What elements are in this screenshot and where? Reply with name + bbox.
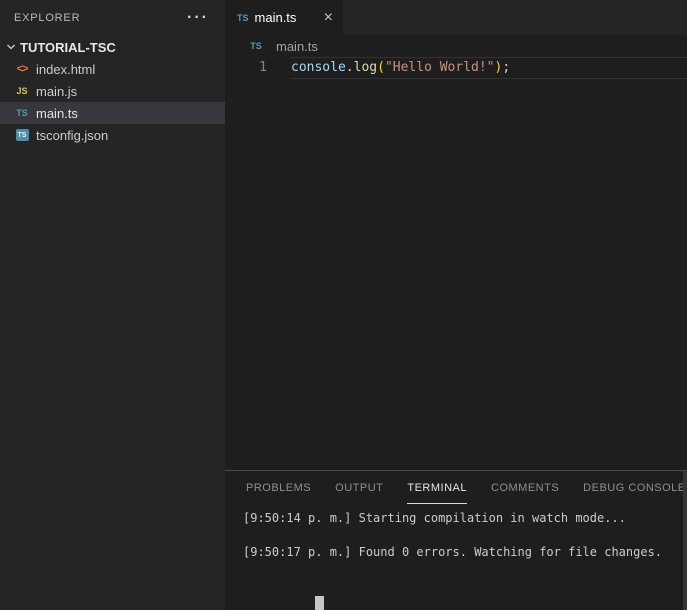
folder-name: TUTORIAL-TSC [20,39,116,55]
file-icon-wrap: TS [13,129,31,141]
token-method: log [353,60,378,75]
code-editor[interactable]: TS main.ts 1 console.log("Hello World!")… [225,35,687,470]
terminal-line: [9:50:17 p. m.] Found 0 errors. Watching… [243,545,663,559]
terminal-cursor-line [243,578,687,610]
file-item-index-html[interactable]: <> index.html [0,58,225,80]
terminal-line: [9:50:14 p. m.] Starting compilation in … [243,511,626,525]
html-icon: <> [16,63,29,75]
close-icon[interactable]: × [322,9,335,26]
token-open-paren: ( [377,60,385,75]
tab-title: main.ts [254,10,297,25]
panel-tab-comments[interactable]: COMMENTS [491,471,559,504]
token-dot: . [345,60,354,75]
bottom-panel: PROBLEMS OUTPUT TERMINAL COMMENTS DEBUG … [225,470,687,610]
file-name: index.html [36,61,96,77]
editor-tabbar: TS main.ts × [225,0,687,35]
editor-group: TS main.ts × TS main.ts 1 console.log("H… [225,0,687,610]
panel-tabbar: PROBLEMS OUTPUT TERMINAL COMMENTS DEBUG … [225,471,687,504]
js-icon: JS [16,86,28,96]
line-number: 1 [259,60,267,75]
explorer-sidebar: EXPLORER ··· TUTORIAL-TSC <> index.html … [0,0,225,610]
file-name: main.ts [36,105,78,121]
ts-icon: TS [237,12,249,23]
explorer-title: EXPLORER [14,12,81,24]
breadcrumb-file[interactable]: main.ts [276,39,318,54]
folder-row-tutorial-tsc[interactable]: TUTORIAL-TSC [0,36,225,58]
tab-main-ts[interactable]: TS main.ts × [225,0,343,35]
terminal-output[interactable]: [9:50:14 p. m.] Starting compilation in … [225,504,687,610]
panel-tab-terminal[interactable]: TERMINAL [407,471,467,504]
file-item-tsconfig-json[interactable]: TS tsconfig.json [0,124,225,146]
panel-tab-problems[interactable]: PROBLEMS [246,471,311,504]
breadcrumb: TS main.ts [225,35,687,57]
panel-tab-debug-console[interactable]: DEBUG CONSOLE [583,471,685,504]
ts-icon: TS [16,108,28,118]
code-content[interactable]: console.log("Hello World!"); [291,57,687,79]
vscode-window: EXPLORER ··· TUTORIAL-TSC <> index.html … [0,0,687,610]
tsconfig-icon: TS [15,129,29,141]
file-item-main-ts[interactable]: TS main.ts [0,102,225,124]
token-semicolon: ; [502,60,511,75]
more-actions-icon[interactable]: ··· [187,10,209,26]
file-name: main.js [36,83,78,99]
terminal-cursor [315,595,325,610]
token-string: "Hello World!" [384,60,495,75]
file-name: tsconfig.json [36,127,109,143]
explorer-header: EXPLORER ··· [0,0,225,36]
panel-tab-output[interactable]: OUTPUT [335,471,383,504]
ts-icon: TS [250,41,262,51]
code-line-1: 1 console.log("Hello World!"); [225,57,687,79]
terminal-scrollbar[interactable] [683,471,687,610]
file-item-main-js[interactable]: JS main.js [0,80,225,102]
chevron-down-icon [4,40,18,54]
token-object: console [291,60,346,75]
